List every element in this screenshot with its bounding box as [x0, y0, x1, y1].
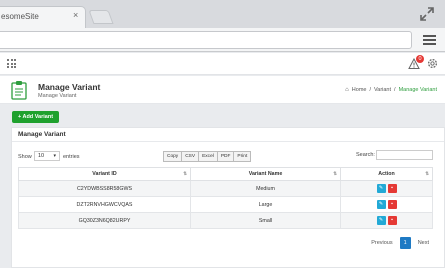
previous-page-button[interactable]: Previous	[366, 237, 397, 249]
notification-badge: 0	[416, 55, 424, 63]
card-title: Manage Variant	[18, 131, 66, 138]
column-header-variant-id[interactable]: Variant ID ⇅	[18, 167, 191, 181]
breadcrumb-variant[interactable]: Variant	[374, 87, 391, 93]
column-header-action[interactable]: Action ⇅	[340, 167, 433, 181]
search-input[interactable]	[376, 150, 433, 160]
variant-name-cell: Small	[190, 212, 341, 229]
clipboard-icon	[11, 81, 27, 100]
excel-button[interactable]: Excel	[198, 151, 218, 162]
breadcrumb-separator: /	[369, 87, 371, 93]
edit-button[interactable]: ✎	[376, 216, 386, 225]
table-row: GQ30Z3N6Q82URPY Small ✎ ▪	[18, 212, 433, 229]
pdf-button[interactable]: PDF	[216, 151, 235, 162]
address-bar[interactable]	[0, 31, 412, 49]
print-button[interactable]: Print	[233, 151, 252, 162]
entries-label: entries	[63, 154, 80, 160]
export-buttons: Copy CSV Excel PDF Print	[163, 151, 252, 162]
browser-tab[interactable]: esomeSite ×	[0, 6, 86, 28]
breadcrumb: ⌂ Home / Variant / Manage Variant	[345, 87, 437, 93]
breadcrumb-current: Manage Variant	[398, 87, 437, 93]
sort-icon: ⇅	[183, 171, 187, 176]
sort-icon: ⇅	[333, 171, 337, 176]
page-title: Manage Variant	[38, 82, 101, 92]
tab-close-icon[interactable]: ×	[73, 10, 78, 20]
gear-icon[interactable]	[426, 57, 439, 70]
column-label: Action	[378, 171, 395, 177]
page-header: Manage Variant Manage Variant ⌂ Home / V…	[0, 76, 445, 104]
edit-button[interactable]: ✎	[376, 200, 386, 209]
copy-button[interactable]: Copy	[163, 151, 183, 162]
fullscreen-icon[interactable]	[419, 6, 435, 22]
delete-button[interactable]: ▪	[387, 184, 397, 193]
tab-title: esomeSite	[1, 12, 39, 21]
next-page-button[interactable]: Next	[413, 237, 434, 249]
variant-id-cell: DZT2RNVHGWCVQAS	[18, 196, 191, 213]
column-header-variant-name[interactable]: Variant Name ⇅	[190, 167, 341, 181]
column-label: Variant ID	[92, 171, 117, 177]
variant-name-cell: Large	[190, 196, 341, 213]
new-tab-button[interactable]	[88, 10, 114, 24]
home-icon: ⌂	[345, 87, 349, 93]
column-label: Variant Name	[248, 171, 283, 177]
pagination: Previous 1 Next	[366, 237, 434, 249]
sort-icon: ⇅	[425, 171, 429, 176]
table-row: C2YDWBSS8R58GWS Medium ✎ ▪	[18, 180, 433, 197]
edit-button[interactable]: ✎	[376, 184, 386, 193]
apps-grid-icon[interactable]	[7, 59, 16, 68]
table-header-row: Variant ID ⇅ Variant Name ⇅ Action ⇅	[18, 167, 433, 181]
manage-variant-card: Manage Variant Show 10 ▾ entries Copy CS…	[11, 127, 445, 268]
chevron-down-icon: ▾	[53, 153, 56, 159]
page-length-select[interactable]: 10 ▾	[34, 151, 60, 161]
action-cell: ✎ ▪	[340, 212, 433, 229]
table-row: DZT2RNVHGWCVQAS Large ✎ ▪	[18, 196, 433, 213]
action-cell: ✎ ▪	[340, 180, 433, 197]
variant-id-cell: C2YDWBSS8R58GWS	[18, 180, 191, 197]
divider	[12, 141, 444, 142]
variant-id-cell: GQ30Z3N6Q82URPY	[18, 212, 191, 229]
app-header: 0	[0, 53, 445, 75]
breadcrumb-home[interactable]: Home	[352, 87, 367, 93]
csv-button[interactable]: CSV	[181, 151, 200, 162]
add-variant-button[interactable]: + Add Variant	[12, 111, 59, 123]
browser-menu-icon[interactable]	[423, 35, 436, 45]
page-length-value: 10	[38, 153, 45, 159]
search-label: Search:	[356, 152, 375, 158]
page-1-button[interactable]: 1	[399, 237, 411, 249]
action-cell: ✎ ▪	[340, 196, 433, 213]
show-label: Show	[18, 154, 32, 160]
breadcrumb-separator: /	[394, 87, 396, 93]
delete-button[interactable]: ▪	[387, 200, 397, 209]
browser-toolbar	[0, 28, 445, 52]
browser-tab-bar: esomeSite ×	[0, 0, 445, 28]
variant-table: Variant ID ⇅ Variant Name ⇅ Action ⇅ C2Y…	[18, 167, 433, 229]
delete-button[interactable]: ▪	[387, 216, 397, 225]
variant-name-cell: Medium	[190, 180, 341, 197]
page-subtitle: Manage Variant	[38, 93, 77, 99]
